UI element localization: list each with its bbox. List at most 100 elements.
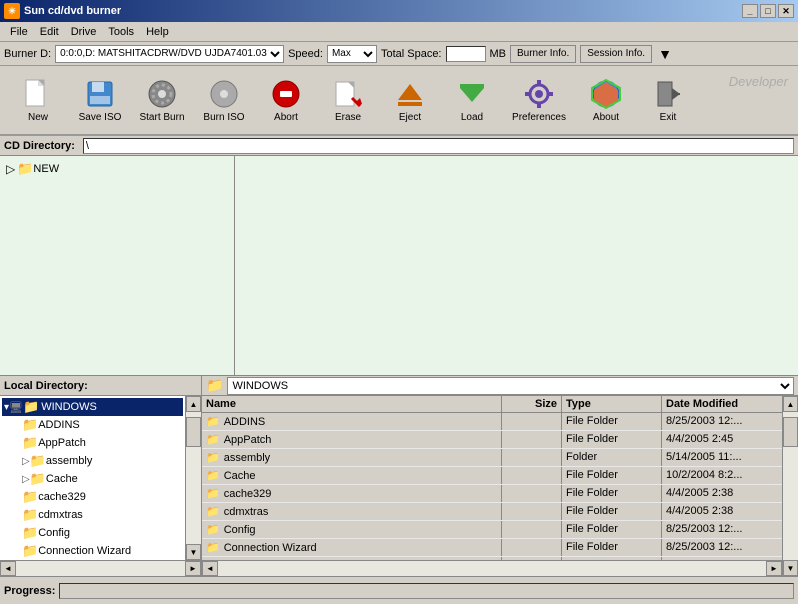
cd-tree-panel: ▷ 📁 NEW: [0, 156, 235, 375]
file-browser-header: 📁 WINDOWS: [202, 376, 798, 396]
preferences-button[interactable]: Preferences: [504, 70, 574, 130]
save-iso-button[interactable]: Save ISO: [70, 70, 130, 130]
scroll-thumb[interactable]: [186, 417, 201, 447]
expand-icon: ▷: [22, 474, 30, 485]
file-table-v-scrollbar[interactable]: ▲ ▼: [782, 396, 798, 576]
burn-iso-button[interactable]: Burn ISO: [194, 70, 254, 130]
erase-button[interactable]: Erase: [318, 70, 378, 130]
local-tree-cache[interactable]: ▷ 📁 Cache: [2, 470, 183, 488]
file-list: Name Size Type Date Modified 📁ADDINS Fil…: [202, 396, 782, 576]
about-button[interactable]: About: [576, 70, 636, 130]
abort-button[interactable]: Abort: [256, 70, 316, 130]
local-tree-addins[interactable]: 📁 ADDINS: [2, 416, 183, 434]
menu-file[interactable]: File: [4, 24, 34, 40]
total-space-input[interactable]: [446, 46, 486, 62]
title-bar: ☀ Sun cd/dvd burner _ □ ✕: [0, 0, 798, 22]
burner-info-button[interactable]: Burner Info.: [510, 45, 576, 63]
h-scroll-left-button[interactable]: ◄: [0, 561, 16, 576]
file-scroll-up[interactable]: ▲: [783, 396, 798, 412]
folder-icon: 📁: [22, 507, 38, 523]
close-button[interactable]: ✕: [778, 4, 794, 18]
file-h-scroll-left[interactable]: ◄: [202, 561, 218, 576]
file-h-scroll-right[interactable]: ►: [766, 561, 782, 576]
menu-tools[interactable]: Tools: [102, 24, 140, 40]
table-row[interactable]: 📁Cache File Folder 10/2/2004 8:2...: [202, 467, 782, 485]
cd-folder-icon: 📁: [17, 161, 33, 177]
local-tree-cache-label: Cache: [46, 473, 78, 485]
minimize-button[interactable]: _: [742, 4, 758, 18]
burner-bar: Burner D: 0:0:0,D: MATSHITACDRW/DVD UJDA…: [0, 42, 798, 66]
local-tree-scrollbar[interactable]: ▲ ▼: [185, 396, 201, 560]
col-date-header[interactable]: Date Modified: [662, 396, 782, 412]
new-button[interactable]: New: [8, 70, 68, 130]
menu-help[interactable]: Help: [140, 24, 175, 40]
developer-watermark: Developer: [729, 74, 788, 89]
scroll-down-button[interactable]: ▼: [186, 544, 201, 560]
cd-directory-input[interactable]: [83, 138, 794, 154]
burn-iso-label: Burn ISO: [203, 112, 244, 123]
table-row[interactable]: 📁ADDINS File Folder 8/25/2003 12:...: [202, 413, 782, 431]
maximize-button[interactable]: □: [760, 4, 776, 18]
folder-icon: 📁: [22, 489, 38, 505]
cd-directory-bar: CD Directory:: [0, 136, 798, 156]
speed-select[interactable]: Max: [327, 45, 377, 63]
file-browser-folder-icon: 📁: [206, 377, 223, 394]
file-browser-section: 📁 WINDOWS Name Size Type Date Modified 📁…: [202, 376, 798, 576]
cd-tree-expand-icon: ▷: [6, 162, 15, 176]
file-browser-folder-select[interactable]: WINDOWS: [227, 377, 794, 395]
cd-tree-new-label: NEW: [33, 163, 59, 175]
local-tree-config[interactable]: 📁 Config: [2, 524, 183, 542]
h-scroll-track: [16, 561, 185, 576]
abort-label: Abort: [274, 112, 298, 123]
exit-button[interactable]: Exit: [638, 70, 698, 130]
local-tree-cdmxtras[interactable]: 📁 cdmxtras: [2, 506, 183, 524]
table-row[interactable]: 📁AppPatch File Folder 4/4/2005 2:45: [202, 431, 782, 449]
table-row[interactable]: 📁cdmxtras File Folder 4/4/2005 2:38: [202, 503, 782, 521]
file-h-scroll-track: [218, 561, 766, 576]
eject-button[interactable]: Eject: [380, 70, 440, 130]
h-scroll-right-button[interactable]: ►: [185, 561, 201, 576]
burner-label: Burner D:: [4, 48, 51, 60]
new-icon: [22, 78, 54, 110]
progress-bar: [59, 583, 794, 599]
load-button[interactable]: Load: [442, 70, 502, 130]
menu-edit[interactable]: Edit: [34, 24, 65, 40]
computer-icon: 🖥: [9, 401, 23, 414]
exit-icon: [652, 78, 684, 110]
table-row[interactable]: 📁assembly Folder 5/14/2005 11:...: [202, 449, 782, 467]
table-row[interactable]: 📁Connection Wizard File Folder 8/25/2003…: [202, 539, 782, 557]
folder-icon: 📁: [22, 435, 38, 451]
file-scroll-down[interactable]: ▼: [783, 560, 798, 576]
scroll-up-button[interactable]: ▲: [186, 396, 201, 412]
start-burn-button[interactable]: Start Burn: [132, 70, 192, 130]
abort-icon: [270, 78, 302, 110]
total-space-label: Total Space:: [381, 48, 442, 60]
local-tree-cache329-label: cache329: [38, 491, 86, 503]
session-info-button[interactable]: Session Info.: [580, 45, 652, 63]
local-tree-assembly-label: assembly: [46, 455, 92, 467]
local-tree-windows-root[interactable]: ▾ 🖥 📁 WINDOWS: [2, 398, 183, 416]
menu-drive[interactable]: Drive: [65, 24, 103, 40]
table-row[interactable]: 📁Config File Folder 8/25/2003 12:...: [202, 521, 782, 539]
burner-bar-expand-icon[interactable]: ▼: [658, 46, 672, 62]
col-size-header[interactable]: Size: [502, 396, 562, 412]
exit-label: Exit: [660, 112, 677, 123]
load-label: Load: [461, 112, 483, 123]
burner-device-select[interactable]: 0:0:0,D: MATSHITACDRW/DVD UJDA7401.03: [55, 45, 284, 63]
col-type-header[interactable]: Type: [562, 396, 662, 412]
local-tree-apppatch[interactable]: 📁 AppPatch: [2, 434, 183, 452]
local-tree-assembly[interactable]: ▷ 📁 assembly: [2, 452, 183, 470]
main-content: ▷ 📁 NEW: [0, 156, 798, 376]
local-tree-connection-wizard[interactable]: 📁 Connection Wizard: [2, 542, 183, 560]
erase-icon: [332, 78, 364, 110]
progress-section: Progress:: [0, 576, 798, 604]
file-table-h-scrollbar: ◄ ►: [202, 560, 782, 576]
folder-icon: 📁: [22, 525, 38, 541]
table-row[interactable]: 📁cache329 File Folder 4/4/2005 2:38: [202, 485, 782, 503]
col-name-header[interactable]: Name: [202, 396, 502, 412]
file-scroll-thumb[interactable]: [783, 417, 798, 447]
app-icon: ☀: [4, 3, 20, 19]
cd-tree-new-item[interactable]: ▷ 📁 NEW: [4, 160, 230, 178]
local-tree-cache329[interactable]: 📁 cache329: [2, 488, 183, 506]
about-icon: [590, 78, 622, 110]
